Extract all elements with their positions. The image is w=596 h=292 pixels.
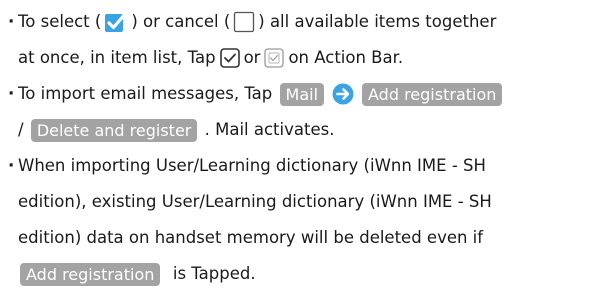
bullet: · — [8, 12, 15, 31]
text-segment: at once, in item list, Tap — [18, 48, 216, 67]
text-segment: is Tapped. — [172, 264, 256, 283]
item-1-line-2: at once, in item list, Tap or on Action … — [8, 40, 593, 76]
item-2-line-1: · To import email messages, Tap Mail Add… — [8, 76, 593, 112]
item-3-line-2: edition), existing User/Learning diction… — [8, 184, 593, 220]
text-segment: edition), existing User/Learning diction… — [18, 192, 492, 211]
bullet: · — [8, 84, 15, 103]
mail-button: Mail — [279, 82, 325, 106]
item-3-line-4: Add registration is Tapped. — [8, 256, 593, 292]
text-segment: When importing User/Learning dictionary … — [18, 156, 486, 175]
arrow-right-circle-icon — [332, 83, 354, 105]
text-segment: To import email messages, Tap — [18, 84, 273, 103]
item-3-line-1: · When importing User/Learning dictionar… — [8, 148, 593, 184]
item-2-line-2: / Delete and register . Mail activates. — [8, 112, 593, 148]
add-registration-button: Add registration — [362, 82, 503, 106]
empty-box-icon — [233, 11, 255, 33]
add-registration-button: Add registration — [20, 262, 161, 286]
instruction-list: · To select ( ) or cancel ( ) all availa… — [8, 4, 593, 292]
uncheck-all-icon — [263, 47, 285, 69]
text-segment: or — [243, 48, 261, 67]
checked-box-icon — [104, 11, 128, 33]
text-segment: . Mail activates. — [204, 120, 335, 139]
item-3-line-3: edition) data on handset memory will be … — [8, 220, 593, 256]
delete-and-register-button: Delete and register — [30, 118, 198, 142]
text-segment: edition) data on handset memory will be … — [18, 228, 484, 247]
text-segment: ) or cancel ( — [131, 12, 231, 31]
text-segment: To select ( — [18, 12, 102, 31]
item-1-line-1: · To select ( ) or cancel ( ) all availa… — [8, 4, 593, 40]
check-all-icon — [219, 47, 241, 69]
text-segment: ) all available items together — [258, 12, 497, 31]
text-segment: on Action Bar. — [288, 48, 404, 67]
bullet: · — [8, 156, 15, 175]
